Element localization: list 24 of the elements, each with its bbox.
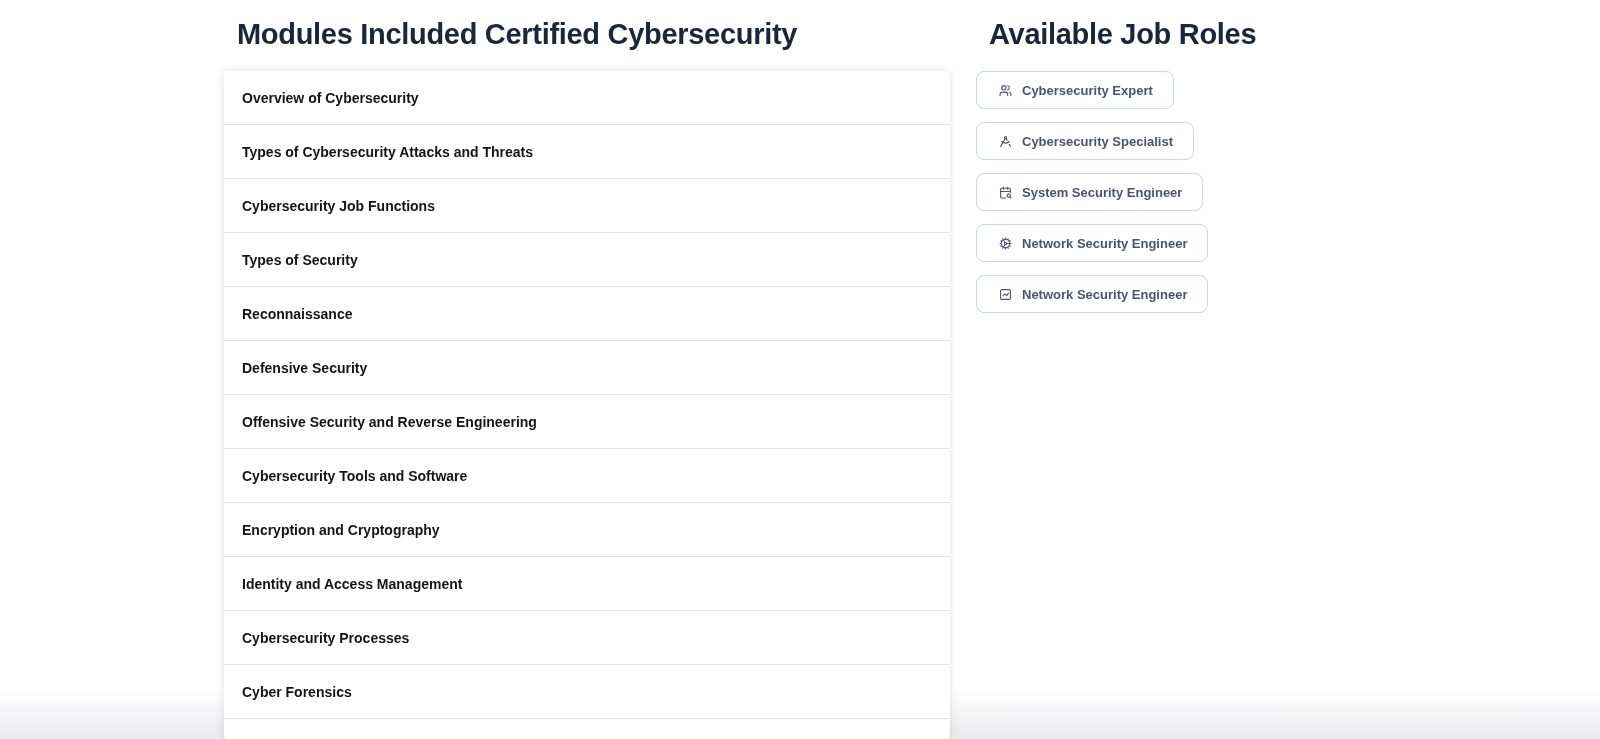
gear-icon xyxy=(999,236,1012,250)
module-item[interactable]: Cybersecurity Job Functions xyxy=(224,179,950,233)
module-item[interactable]: Defensive Security xyxy=(224,341,950,395)
job-role-button[interactable]: Cybersecurity Specialist xyxy=(976,122,1195,160)
chart-icon xyxy=(999,287,1012,301)
module-item[interactable]: Encryption and Cryptography xyxy=(224,503,950,557)
job-role-button[interactable]: Cybersecurity Expert xyxy=(976,71,1174,109)
job-role-button[interactable]: System Security Engineer xyxy=(976,173,1204,211)
section-title: Modules Included Certified Cybersecurity xyxy=(237,18,799,51)
job-role-button[interactable]: Network Security Engineer xyxy=(976,224,1209,262)
module-item[interactable]: Types of Cybersecurity Attacks and Threats xyxy=(224,125,950,179)
calendar-search-icon xyxy=(999,185,1012,199)
job-role-button[interactable]: Network Security Engineer xyxy=(976,275,1209,313)
module-item[interactable]: Cyber Forensics xyxy=(224,665,950,719)
users-icon xyxy=(999,83,1012,97)
compass-icon xyxy=(999,134,1012,148)
module-item[interactable]: Reconnaissance xyxy=(224,287,950,341)
module-item[interactable]: Overview of Cybersecurity xyxy=(224,71,950,125)
module-item[interactable]: Cybersecurity Processes xyxy=(224,611,950,665)
section-title: Available Job Roles xyxy=(989,18,1258,51)
module-item[interactable]: Offensive Security and Reverse Engineering xyxy=(224,395,950,449)
module-item[interactable]: Cybersecurity Tools and Software xyxy=(224,449,950,503)
module-item[interactable]: Types of Security xyxy=(224,233,950,287)
module-item[interactable]: Identity and Access Management xyxy=(224,557,950,611)
